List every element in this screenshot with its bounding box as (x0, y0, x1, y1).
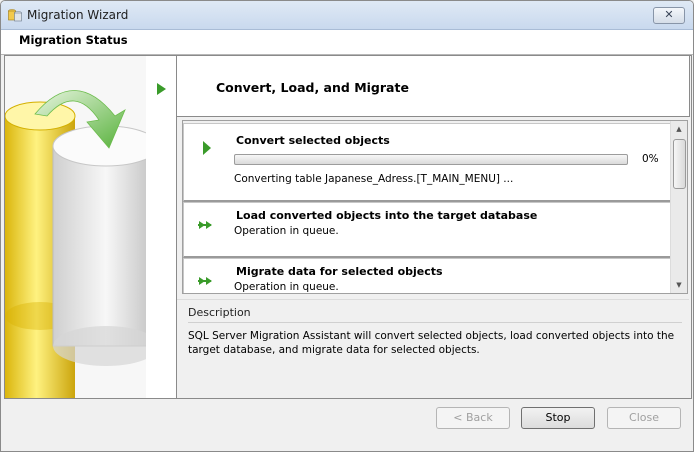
wizard-body: Convert, Load, and Migrate Convert selec… (4, 55, 692, 399)
page-title: Migration Status (19, 33, 128, 47)
step-status: Operation in queue. (234, 225, 339, 237)
close-button[interactable]: Close (607, 407, 681, 429)
steps-list[interactable]: Convert selected objects 0% Converting t… (182, 120, 688, 294)
description-text: SQL Server Migration Assistant will conv… (188, 330, 675, 356)
step-title: Convert selected objects (236, 134, 390, 147)
status-panel: Convert, Load, and Migrate Convert selec… (177, 56, 691, 398)
scroll-down-icon[interactable]: ▼ (671, 277, 687, 293)
app-icon (7, 7, 23, 23)
migration-wizard-window: Migration Wizard ✕ Migration Status Conv… (0, 0, 694, 452)
stop-button[interactable]: Stop (521, 407, 595, 429)
steps-scrollbar[interactable]: ▲ ▼ (670, 121, 687, 293)
double-arrow-icon (198, 221, 212, 229)
back-button[interactable]: < Back (436, 407, 510, 429)
step-status: Operation in queue. (234, 281, 339, 293)
step-item-convert: Convert selected objects 0% Converting t… (183, 123, 671, 202)
progress-bar (234, 154, 628, 165)
step-header: Convert, Load, and Migrate (177, 56, 690, 117)
current-step-title: Convert, Load, and Migrate (216, 80, 409, 95)
database-migration-illustration (5, 56, 146, 398)
description-label: Description (188, 306, 251, 319)
window-close-button[interactable]: ✕ (653, 7, 685, 24)
step-status: Converting table Japanese_Adress.[T_MAIN… (234, 173, 514, 185)
current-step-indicator (146, 56, 177, 398)
step-title: Load converted objects into the target d… (236, 209, 538, 222)
title-bar[interactable]: Migration Wizard ✕ (1, 1, 693, 30)
step-title: Migrate data for selected objects (236, 265, 443, 278)
scrollbar-thumb[interactable] (673, 139, 686, 189)
play-icon (203, 141, 211, 155)
scroll-up-icon[interactable]: ▲ (671, 121, 687, 137)
description-divider (188, 322, 682, 323)
description-section: Description SQL Server Migration Assista… (177, 299, 689, 397)
step-item-migrate: Migrate data for selected objects Operat… (183, 258, 671, 293)
step-item-load: Load converted objects into the target d… (183, 202, 671, 258)
wizard-graphic (5, 56, 147, 398)
window-title: Migration Wizard (27, 8, 129, 22)
wizard-header: Migration Status (1, 30, 693, 55)
double-arrow-icon (198, 277, 212, 285)
progress-percent: 0% (642, 153, 659, 165)
current-step-arrow-icon (157, 83, 166, 95)
